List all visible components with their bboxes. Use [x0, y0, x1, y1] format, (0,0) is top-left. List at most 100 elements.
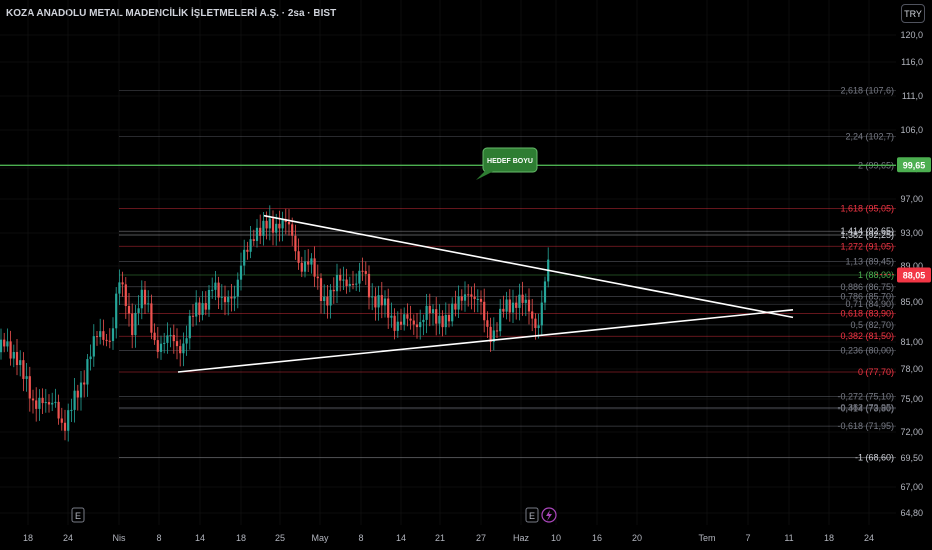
- candle-body: [22, 360, 25, 379]
- candle-body: [358, 270, 361, 284]
- candle-body: [348, 283, 351, 286]
- candle-body: [483, 301, 486, 321]
- candle-body: [76, 390, 79, 398]
- candle-body: [108, 340, 111, 342]
- candle-body: [6, 341, 9, 347]
- candle-body: [121, 282, 124, 285]
- candle-body: [201, 303, 204, 315]
- x-tick-label: 18: [824, 533, 834, 543]
- candle-body: [415, 324, 419, 328]
- candle-body: [12, 352, 15, 359]
- candle-body: [220, 296, 223, 298]
- candle-body: [259, 227, 262, 236]
- candle-body: [380, 295, 383, 306]
- candle-body: [175, 341, 179, 347]
- y-tick-label: 69,50: [900, 453, 923, 463]
- candle-body: [255, 227, 259, 241]
- extras-layer: 99,65 HEDEF BOYU 88,05 E E: [0, 147, 931, 523]
- candle-body: [438, 315, 441, 324]
- candle-body: [9, 341, 12, 359]
- candle-body: [115, 293, 118, 329]
- candle-body: [25, 376, 28, 379]
- candle-body: [118, 282, 121, 294]
- candle-body: [412, 320, 415, 325]
- trendlines: [177, 214, 794, 373]
- candle-body: [323, 296, 326, 302]
- candle-body: [303, 261, 307, 272]
- candle-body: [233, 296, 236, 299]
- candle-body: [419, 322, 422, 328]
- candle-body: [147, 303, 150, 305]
- candle-body: [393, 315, 396, 331]
- candle-body: [342, 279, 345, 281]
- candle-body: [403, 314, 406, 325]
- fib-label: 1 (88,00): [858, 270, 894, 280]
- candle-body: [499, 308, 502, 332]
- candle-body: [313, 258, 316, 277]
- y-tick-label: 81,00: [900, 337, 923, 347]
- fib-label: 1,13 (89,45): [845, 256, 894, 266]
- candle-body: [134, 312, 137, 336]
- fib-label: -0,272 (75,10): [837, 391, 894, 401]
- candle-body: [287, 222, 291, 225]
- candle-body: [361, 270, 364, 272]
- candle-body: [307, 261, 310, 265]
- candle-body: [252, 239, 255, 241]
- candle-body: [339, 274, 342, 281]
- candle-body: [159, 343, 163, 352]
- y-tick-label: 120,0: [900, 30, 923, 40]
- candle-body: [441, 315, 444, 328]
- y-tick-label: 97,00: [900, 194, 923, 204]
- x-tick-label: 27: [476, 533, 486, 543]
- candle-body: [83, 382, 86, 385]
- candle-body: [188, 315, 191, 339]
- candle-body: [227, 296, 230, 303]
- candle-body: [63, 422, 67, 431]
- candle-body: [172, 334, 175, 342]
- candle-body: [422, 319, 425, 323]
- candle-body: [89, 356, 92, 360]
- candle-body: [19, 360, 22, 366]
- candle-body: [79, 382, 83, 398]
- candle-body: [166, 335, 169, 343]
- candle-body: [140, 289, 143, 309]
- candle-body: [396, 321, 399, 331]
- candle-body: [191, 315, 195, 317]
- y-tick-label: 116,0: [901, 57, 923, 67]
- candle-body: [511, 302, 515, 313]
- candle-body: [31, 398, 35, 401]
- candle-body: [310, 258, 313, 265]
- candle-body: [239, 265, 243, 280]
- candle-body: [150, 303, 153, 333]
- candle-body: [278, 223, 281, 229]
- candle-body: [211, 289, 214, 291]
- candle-body: [156, 340, 159, 352]
- candle-body: [329, 289, 332, 306]
- candle-body: [476, 298, 479, 300]
- candle-body: [431, 309, 435, 314]
- candle-body: [230, 296, 233, 299]
- candle-body: [124, 284, 127, 307]
- candle-body: [54, 401, 57, 403]
- earnings-icon-glyph: E: [75, 511, 81, 521]
- candle-body: [47, 402, 51, 405]
- candle-body: [195, 302, 198, 317]
- candle-body: [543, 281, 547, 303]
- y-tick-label: 111,0: [902, 91, 923, 101]
- candle-body: [326, 296, 329, 306]
- candle-body: [3, 339, 6, 347]
- x-tick-label: 14: [396, 533, 406, 543]
- y-tick-label: 85,00: [900, 297, 923, 307]
- callout-pointer: [476, 170, 494, 180]
- candle-body: [207, 289, 211, 310]
- candle-body: [60, 418, 63, 423]
- candle-body: [198, 302, 201, 315]
- candle-body: [102, 331, 105, 340]
- x-tick-label: Nis: [113, 533, 126, 543]
- candle-body: [127, 306, 131, 314]
- candle-body: [262, 220, 265, 236]
- candle-body: [143, 289, 147, 305]
- fib-label: 1,272 (91,05): [840, 241, 894, 251]
- price-chart[interactable]: 3,618 (121,9)2,618 (107,6)2,24 (102,7)2 …: [0, 0, 932, 550]
- earnings-icon-glyph: E: [529, 511, 535, 521]
